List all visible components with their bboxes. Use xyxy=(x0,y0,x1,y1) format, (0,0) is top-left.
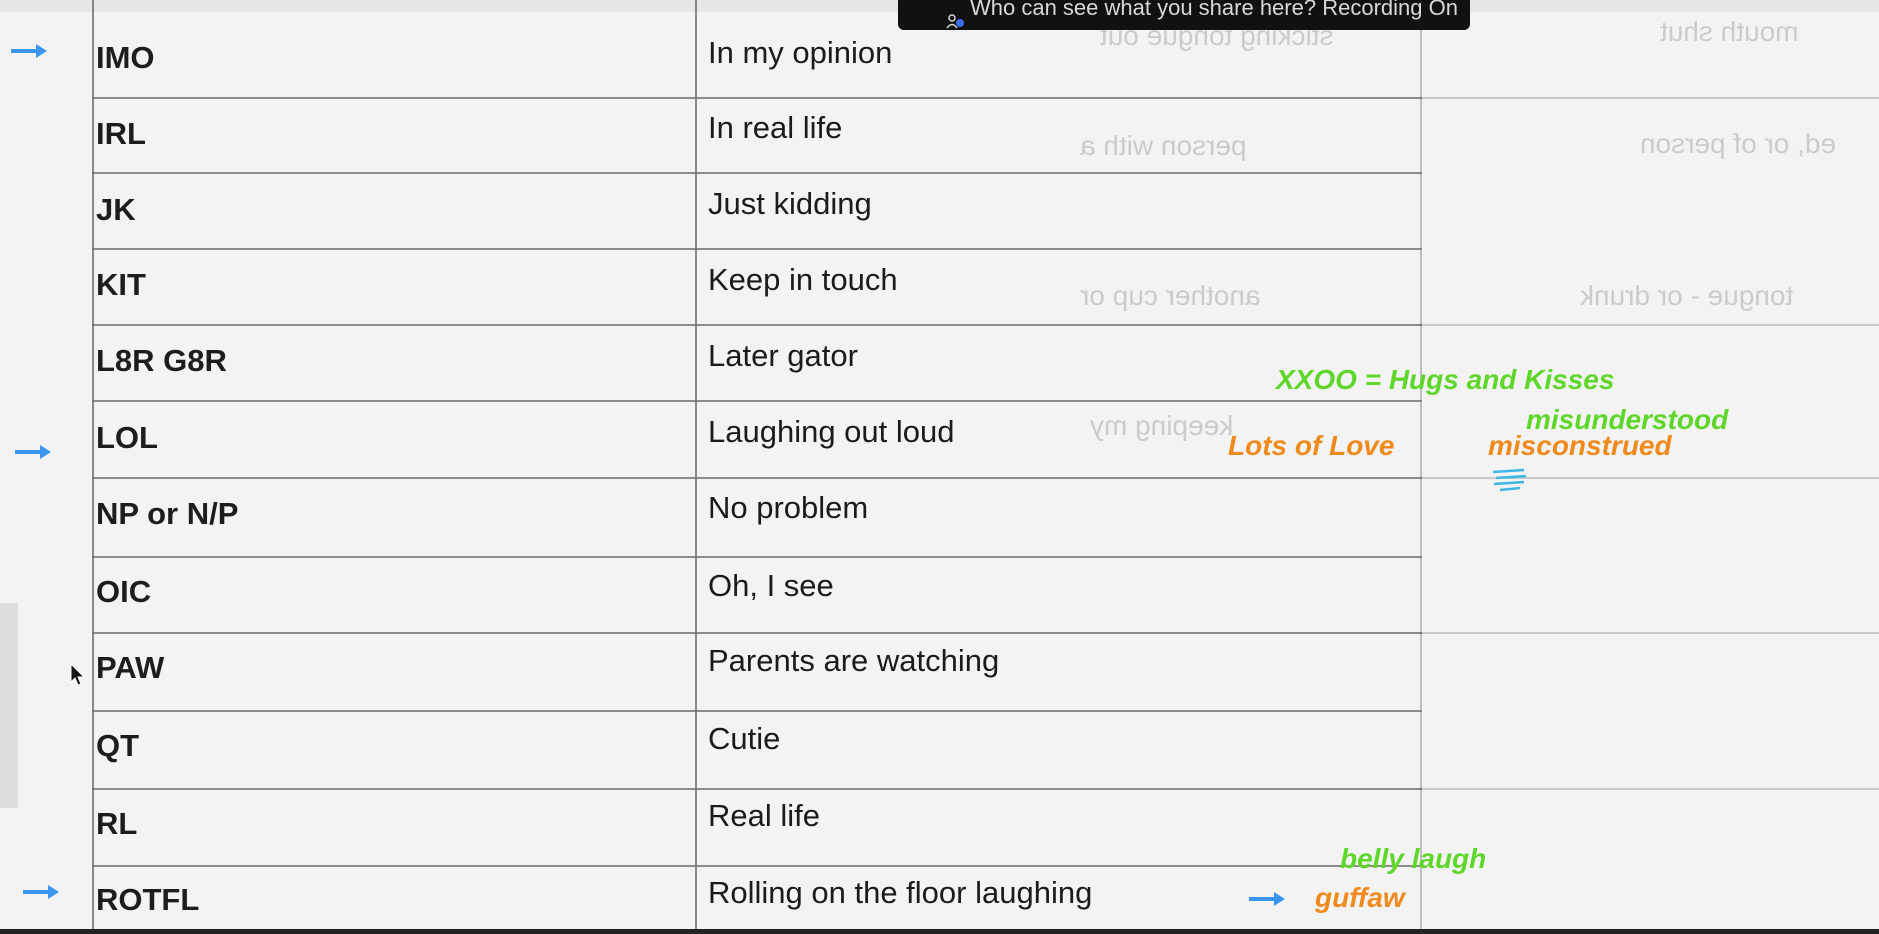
bleed-through-text: person with a xyxy=(1080,130,1247,161)
abbreviation-cell: QT xyxy=(96,728,140,763)
table-border xyxy=(1420,0,1422,934)
row-divider xyxy=(92,400,1422,402)
recording-banner-text: Who can see what you share here? Recordi… xyxy=(970,0,1458,20)
bleed-through-text: mouth shut xyxy=(1660,16,1799,47)
recording-banner[interactable]: Who can see what you share here? Recordi… xyxy=(898,0,1470,30)
bleed-through-text: another cup or xyxy=(1080,280,1261,311)
bleed-through-text: ed, or of person xyxy=(1640,128,1837,159)
abbreviation-cell: LOL xyxy=(96,420,158,455)
abbreviation-cell: RL xyxy=(96,806,138,841)
annotation-lots-of-love: Lots of Love xyxy=(1228,430,1395,461)
meaning-cell: No problem xyxy=(708,490,869,525)
row-divider xyxy=(1420,97,1879,99)
scanned-document: mouth shut ed, or of person tongue - or … xyxy=(0,0,1879,934)
abbreviation-cell: NP or N/P xyxy=(96,496,239,531)
left-edge-shadow xyxy=(0,603,18,808)
annotation-misconstrued: misconstrued xyxy=(1488,430,1672,461)
abbreviation-cell: KIT xyxy=(96,267,146,302)
meaning-cell: Keep in touch xyxy=(708,262,898,297)
row-divider xyxy=(92,710,1422,712)
arrow-right-icon xyxy=(10,42,48,60)
abbreviation-cell: JK xyxy=(96,192,136,227)
meaning-cell: Cutie xyxy=(708,721,781,756)
row-divider xyxy=(92,477,1422,479)
meaning-cell: In my opinion xyxy=(708,35,893,70)
row-divider xyxy=(92,172,1422,174)
annotation-xxoo: XXOO = Hugs and Kisses xyxy=(1276,364,1615,395)
arrow-right-icon xyxy=(1248,890,1286,908)
row-divider xyxy=(92,865,1422,867)
abbreviation-cell: IMO xyxy=(96,40,155,75)
meaning-cell: Oh, I see xyxy=(708,568,834,603)
meaning-cell: Later gator xyxy=(708,338,858,373)
arrow-right-icon xyxy=(14,443,52,461)
row-divider xyxy=(1420,477,1879,479)
meaning-cell: Just kidding xyxy=(708,186,872,221)
meaning-cell: Laughing out loud xyxy=(708,414,955,449)
row-divider xyxy=(1420,632,1879,634)
abbreviation-cell: IRL xyxy=(96,116,146,151)
abbreviation-cell: ROTFL xyxy=(96,882,200,917)
meaning-cell: Real life xyxy=(708,798,820,833)
abbreviation-cell: L8R G8R xyxy=(96,343,227,378)
row-divider xyxy=(92,788,1422,790)
row-divider xyxy=(92,248,1422,250)
row-divider xyxy=(92,556,1422,558)
annotation-guffaw: guffaw xyxy=(1315,882,1405,913)
meaning-cell: Rolling on the floor laughing xyxy=(708,875,1093,910)
arrow-right-icon xyxy=(22,883,60,901)
annotation-belly-laugh: belly laugh xyxy=(1340,843,1487,874)
row-divider xyxy=(1420,324,1879,326)
bleed-through-text: tongue - or drunk xyxy=(1580,280,1794,311)
meaning-cell: In real life xyxy=(708,110,843,145)
bottom-edge xyxy=(0,929,1879,934)
row-divider xyxy=(1420,788,1879,790)
people-icon xyxy=(946,7,964,29)
row-divider xyxy=(92,324,1422,326)
table-border xyxy=(92,0,94,934)
bleed-through-text: keeping my xyxy=(1090,410,1234,441)
scribble-mark xyxy=(1490,466,1530,501)
row-divider xyxy=(92,97,1422,99)
mouse-cursor-icon xyxy=(70,662,86,692)
row-divider xyxy=(92,632,1422,634)
table-border xyxy=(695,0,697,934)
abbreviation-cell: OIC xyxy=(96,574,152,609)
meaning-cell: Parents are watching xyxy=(708,643,1000,678)
abbreviation-cell: PAW xyxy=(96,650,165,685)
